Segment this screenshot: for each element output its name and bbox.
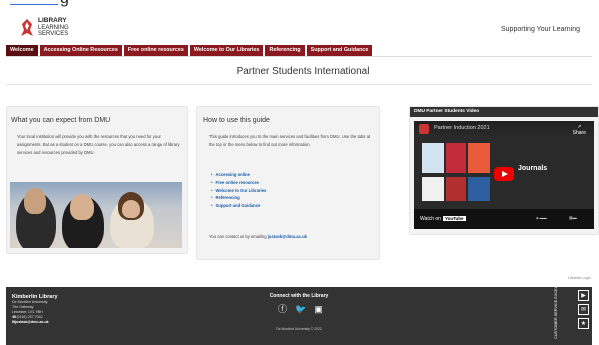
journal-thumb-5 — [446, 177, 466, 201]
share-button[interactable]: ↗ Share — [573, 124, 586, 136]
nav-tab-welcome[interactable]: Welcome — [6, 45, 38, 56]
top-link-fragment[interactable] — [10, 0, 58, 5]
site-footer: Kimberlin Library De Montfort University… — [6, 273, 592, 345]
guide-link-referencing[interactable]: Referencing — [211, 194, 266, 202]
journal-thumb-6 — [468, 177, 490, 201]
instagram-icon[interactable]: ▣ — [314, 304, 323, 314]
site-header: LIBRARY LEARNING SERVICES Supporting You… — [0, 8, 599, 42]
logo-line-1: LIBRARY — [38, 17, 67, 24]
footer-email-text: justask@dmu.ac.uk — [15, 320, 49, 325]
watch-on-label: Watch on — [420, 216, 441, 222]
nav-tab-free-online[interactable]: Free online resources — [123, 45, 188, 56]
cse-label: CUSTOMER SERVICE EXCELLENCE — [554, 273, 558, 339]
header-slogan: Supporting Your Learning — [500, 26, 580, 33]
video-overlay-text: Journals — [518, 165, 548, 172]
video-footer: Watch on YouTube ◈ ▬▬ ▦▬ — [414, 209, 594, 229]
contact-prefix: You can contact us by emailing — [209, 234, 267, 239]
title-divider — [6, 84, 592, 85]
cse-badge: CUSTOMER SERVICE EXCELLENCE — [554, 273, 562, 339]
youtube-icon: YouTube — [442, 216, 466, 221]
footer-connect-title: Connect with the Library — [269, 293, 329, 299]
video-header: Partner Induction 2021 ↗ Share — [414, 121, 594, 137]
expect-text: Your local institution will provide you … — [17, 134, 180, 155]
students-photo — [10, 182, 182, 248]
facebook-icon[interactable]: ⓕ — [278, 304, 287, 314]
twitter-icon[interactable]: 🐦 — [295, 304, 306, 314]
email-icon[interactable]: ✉ — [578, 304, 589, 315]
main-nav: Welcome Accessing Online Resources Free … — [6, 45, 373, 56]
footer-phone-text: (0116) 257 7042 — [16, 315, 43, 320]
contact-email-link[interactable]: justask@dmu.ac.uk — [268, 234, 307, 239]
video-title[interactable]: Partner Induction 2021 — [434, 125, 490, 131]
guide-box: How to use this guide This guide introdu… — [196, 106, 380, 260]
top-strip: g — [0, 0, 599, 8]
expect-box: What you can expect from DMU Your local … — [6, 106, 188, 254]
nav-tab-support[interactable]: Support and Guidance — [306, 45, 373, 56]
play-icon[interactable] — [494, 167, 514, 181]
expect-title: What you can expect from DMU — [11, 117, 111, 124]
journal-thumb-2 — [446, 143, 466, 173]
video-box: DMU Partner Students Video Partner Induc… — [409, 106, 599, 235]
nav-tab-libraries[interactable]: Welcome to Our Libraries — [189, 45, 264, 56]
channel-icon — [419, 124, 429, 134]
journal-thumb-1 — [422, 143, 444, 173]
page-title: Partner Students International — [236, 66, 370, 77]
footer-email[interactable]: ✉justask@dmu.ac.uk — [12, 320, 58, 325]
nav-divider — [6, 56, 592, 57]
dmu-small-logo-icon-2: ▦▬ — [569, 215, 577, 220]
journal-thumb-3 — [468, 143, 490, 173]
guide-link-support[interactable]: Support and Guidance — [211, 202, 266, 210]
video-player[interactable]: Partner Induction 2021 ↗ Share Journals … — [414, 121, 594, 229]
watch-on-youtube[interactable]: Watch on YouTube — [420, 216, 466, 222]
star-icon[interactable]: ★ — [578, 318, 589, 329]
guide-link-accessing-online[interactable]: Accessing online — [211, 171, 266, 179]
top-text-fragment: g — [60, 0, 69, 8]
social-links: ⓕ 🐦 ▣ — [278, 304, 323, 314]
logo-line-3: SERVICES — [38, 31, 69, 37]
guide-links: Accessing online Free online resources W… — [211, 171, 266, 210]
guide-title: How to use this guide — [203, 117, 270, 124]
video-icon[interactable]: ▶ — [578, 290, 589, 301]
footer-side-icons: ▶ ✉ ★ — [578, 290, 589, 329]
librarian-login-link[interactable]: Librarian Login — [568, 276, 591, 280]
dmu-logo-icon[interactable] — [20, 18, 34, 38]
guide-contact: You can contact us by emailing justask@d… — [209, 234, 307, 239]
guide-text: This guide introduces you to the main se… — [209, 134, 371, 147]
guide-link-free-online[interactable]: Free online resources — [211, 179, 266, 187]
nav-tab-accessing-online[interactable]: Accessing Online Resources — [39, 45, 122, 56]
guide-link-libraries[interactable]: Welcome to Our Libraries — [211, 187, 266, 195]
nav-tab-referencing[interactable]: Referencing — [265, 45, 305, 56]
share-label: Share — [572, 130, 586, 136]
logo-text: LIBRARY LEARNING SERVICES — [38, 17, 69, 38]
footer-copyright: De Montfort University © 2022 — [276, 327, 322, 331]
journal-thumb-4 — [422, 177, 444, 201]
video-box-title: DMU Partner Students Video — [410, 107, 598, 117]
dmu-small-logo-icon: ◈ ▬▬ — [536, 216, 547, 220]
